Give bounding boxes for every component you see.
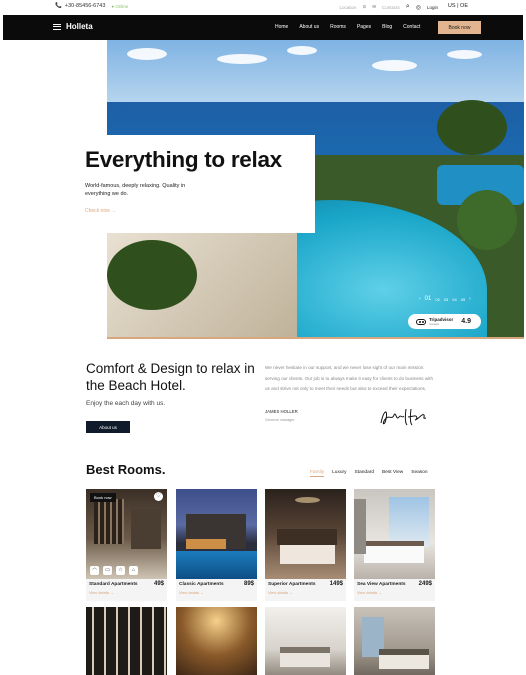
manager-quote: We never hesitate in our support, and we… (265, 365, 433, 391)
login-link[interactable]: Login (427, 5, 438, 10)
phone-icon: 📞 (55, 3, 62, 9)
nav-pages[interactable]: Pages (357, 24, 371, 30)
tripadvisor-badge[interactable]: Tripadvisor reviews 4.9 (408, 314, 481, 329)
menu-icon[interactable] (53, 23, 61, 30)
book-now-badge[interactable]: Book now (90, 493, 116, 502)
room-name: Standard Apartments (89, 582, 138, 587)
bed-icon: ▭ (103, 566, 112, 575)
author-role: General manager (265, 418, 295, 422)
rooms-title: Best Rooms. (86, 462, 166, 477)
author-name: JAMES HOLLER (265, 409, 298, 414)
room-price: 249$ (418, 581, 432, 587)
online-status: ● Online (111, 3, 129, 9)
tripadvisor-icon (416, 318, 426, 325)
comfort-title: Comfort & Design to relax in the Beach H… (86, 361, 255, 393)
filter-season[interactable]: Season (411, 470, 427, 477)
main-nav: Holleta Home About us Rooms Pages Blog C… (3, 15, 523, 40)
room-card[interactable]: Classic Apartments 89$ View details → (176, 489, 257, 601)
filter-standard[interactable]: Standard (355, 470, 374, 477)
filter-family[interactable]: Family (310, 470, 325, 477)
check-now-link[interactable]: Check now → (85, 208, 116, 214)
wifi-icon: ◠ (90, 566, 99, 575)
view-details-link[interactable]: View details → (179, 591, 254, 595)
room-image[interactable]: Book now ♡ ◠ ▭ ☆ ⌂ (86, 489, 167, 579)
view-details-link[interactable]: View details → (268, 591, 343, 595)
about-us-button[interactable]: About us (86, 421, 130, 433)
search-icon[interactable]: ⌕ (406, 3, 410, 11)
star-icon: ☆ (116, 566, 125, 575)
slider-controls: ‹ 01 02 03 04 05 › (419, 296, 471, 302)
view-details-link[interactable]: View details → (357, 591, 432, 595)
room-image[interactable] (354, 489, 435, 579)
nav-rooms[interactable]: Rooms (330, 24, 346, 30)
top-bar: 📞 +30-85456-6743 ● Online Location ⊙ ✉ C… (0, 0, 526, 15)
hero-text-box: Everything to relax World-famous, deeply… (70, 135, 315, 233)
comfort-subtitle: Enjoy the each day with us. (86, 400, 166, 407)
slide-2[interactable]: 02 (435, 297, 439, 302)
room-image[interactable] (86, 607, 167, 675)
chevron-left-icon[interactable]: ‹ (419, 296, 421, 302)
room-image[interactable] (176, 489, 257, 579)
room-price: 89$ (243, 581, 254, 587)
slide-5[interactable]: 05 (461, 297, 465, 302)
filter-best-view[interactable]: Best View (382, 470, 403, 477)
room-price: 49$ (153, 581, 164, 587)
phone-number: +30-85456-6743 (64, 3, 106, 9)
nav-contact[interactable]: Contact (403, 24, 420, 30)
room-card[interactable]: Sea View Apartments 249$ View details → (354, 489, 435, 601)
slide-4[interactable]: 04 (452, 297, 456, 302)
hero-description: World-famous, deeply relaxing. Quality i… (85, 183, 186, 197)
room-card[interactable]: Book now ♡ ◠ ▭ ☆ ⌂ Standard Apartments 4… (86, 489, 167, 601)
room-card[interactable]: Superior Apartments 149$ View details → (265, 489, 346, 601)
room-name: Classic Apartments (179, 582, 224, 587)
mail-icon: ✉ (372, 4, 377, 9)
user-icon[interactable]: ◎ (416, 4, 421, 11)
nav-home[interactable]: Home (275, 24, 288, 30)
room-image[interactable] (265, 607, 346, 675)
slide-current[interactable]: 01 (425, 296, 432, 302)
email-link[interactable]: Contacts (382, 5, 400, 10)
location-icon: ⊙ (362, 4, 367, 9)
filter-luxury[interactable]: Luxury (332, 470, 346, 477)
slide-3[interactable]: 03 (444, 297, 448, 302)
room-filters: Family Luxury Standard Best View Season (310, 470, 428, 477)
phone-contact[interactable]: 📞 +30-85456-6743 ● Online (55, 3, 128, 9)
view-details-link[interactable]: View details → (89, 591, 164, 595)
room-image[interactable] (265, 489, 346, 579)
rating-score: 4.9 (461, 318, 471, 325)
room-image[interactable] (176, 607, 257, 675)
location-link[interactable]: Location (339, 5, 356, 10)
logo[interactable]: Holleta (53, 22, 93, 31)
room-price: 149$ (329, 581, 343, 587)
book-now-button[interactable]: Book now (438, 21, 481, 34)
signature-image (380, 408, 427, 426)
room-image[interactable] (354, 607, 435, 675)
logo-text: Holleta (66, 22, 93, 31)
language-switch[interactable]: US | OE (448, 3, 468, 9)
nav-about[interactable]: About us (299, 24, 319, 30)
nav-blog[interactable]: Blog (382, 24, 392, 30)
hero-title: Everything to relax (85, 147, 282, 172)
favorite-icon[interactable]: ♡ (154, 492, 163, 501)
hero-divider (107, 337, 524, 339)
chevron-right-icon[interactable]: › (469, 296, 471, 302)
home-icon: ⌂ (129, 566, 138, 575)
